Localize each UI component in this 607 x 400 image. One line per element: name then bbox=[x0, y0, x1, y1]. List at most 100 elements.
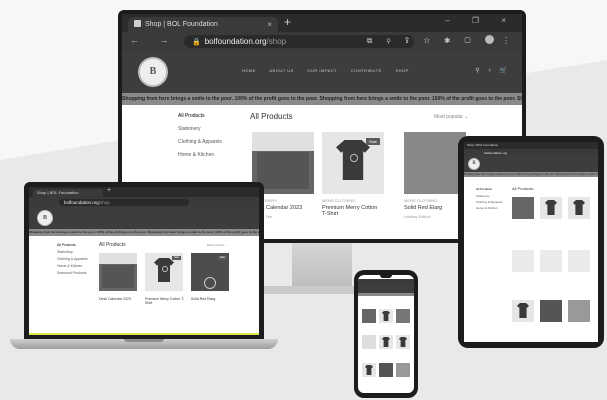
tablet-product-card[interactable] bbox=[568, 250, 590, 272]
tablet-category[interactable]: Stationery bbox=[476, 194, 490, 198]
tablet-product-card[interactable] bbox=[512, 197, 534, 219]
menu-our-impact[interactable]: OUR IMPACT bbox=[307, 68, 337, 73]
close-tab-icon[interactable]: × bbox=[267, 17, 272, 32]
category-all-products[interactable]: All Products bbox=[178, 113, 205, 119]
tablet-category[interactable]: All Products bbox=[476, 187, 492, 191]
laptop-promo-marquee: Shopping from here brings a smile to the… bbox=[29, 229, 259, 236]
category-stationery[interactable]: Stationery bbox=[178, 126, 201, 132]
phone-product-card[interactable] bbox=[379, 309, 393, 323]
phone-product-card[interactable] bbox=[379, 335, 393, 349]
url-domain: bolfoundation.org bbox=[204, 37, 267, 46]
product-category-label: MENS CLOTHING bbox=[322, 198, 356, 203]
laptop-product-name[interactable]: Premium Merry Cotton T-Shirt bbox=[145, 297, 187, 305]
product-card-tshirt[interactable]: Sale bbox=[322, 132, 384, 194]
tablet-url[interactable]: bolfoundation.org bbox=[484, 151, 507, 155]
site-header: B HOME ABOUT US OUR IMPACT CONTRIBUTE SH… bbox=[122, 51, 522, 93]
laptop-device: Shop | BOL Foundation + bolfoundation.or… bbox=[24, 182, 264, 339]
laptop-sale-badge: Sale bbox=[172, 256, 181, 260]
address-bar-row: ← → C 🔒 bolfoundation.org/shop ⧉ ⚲ ⇪ ☆ ✱ … bbox=[122, 32, 522, 51]
laptop-browser-tab[interactable]: Shop | BOL Foundation bbox=[33, 189, 103, 197]
phone-screen bbox=[358, 275, 414, 393]
product-name[interactable]: Solid Red Elarg bbox=[404, 205, 442, 211]
tablet-product-card[interactable] bbox=[568, 300, 590, 322]
phone-product-card[interactable] bbox=[362, 335, 376, 349]
laptop-product-name[interactable]: Desk Calendar 2023 bbox=[99, 297, 139, 301]
toolbar-icons-text: ⧉ ⚲ ⇪ ☆ ✱ ▢ bbox=[366, 36, 477, 45]
product-subtitle: Holiday Edition bbox=[404, 214, 431, 219]
laptop-new-tab-icon[interactable]: + bbox=[107, 187, 111, 194]
menu-about-us[interactable]: ABOUT US bbox=[269, 68, 293, 73]
menu-shop[interactable]: SHOP bbox=[395, 68, 408, 73]
laptop-address-bar: bolfoundation.org/shop bbox=[29, 197, 259, 207]
phone-product-card[interactable] bbox=[396, 335, 410, 349]
laptop-sort-dropdown[interactable]: Most popular ⌄ bbox=[207, 243, 228, 247]
phone-notch bbox=[380, 275, 392, 278]
laptop-site-header: B bbox=[29, 207, 259, 229]
laptop-product-card-red-elarg[interactable]: Sale bbox=[191, 253, 229, 291]
phone-product-card[interactable] bbox=[396, 363, 410, 377]
tablet-product-card[interactable] bbox=[512, 300, 534, 322]
laptop-all-products-heading: All Products bbox=[99, 242, 126, 248]
phone-product-card[interactable] bbox=[379, 363, 393, 377]
promo-marquee: Shopping from here brings a smile to the… bbox=[122, 93, 522, 105]
browser-toolbar-icons[interactable]: ⧉ ⚲ ⇪ ☆ ✱ ▢ ⋮ bbox=[367, 35, 516, 46]
laptop-sale-badge: Sale bbox=[218, 256, 227, 260]
site-main-menu: HOME ABOUT US OUR IMPACT CONTRIBUTE SHOP bbox=[242, 68, 421, 73]
tablet-category[interactable]: Home & Kitchen bbox=[476, 206, 498, 210]
phone-site-header bbox=[358, 285, 414, 293]
phone-product-card[interactable] bbox=[362, 309, 376, 323]
new-tab-icon[interactable]: + bbox=[284, 15, 291, 29]
sort-dropdown[interactable]: Most popular ⌄ bbox=[434, 114, 468, 120]
menu-contribute[interactable]: CONTRIBUTE bbox=[351, 68, 382, 73]
tab-title: Shop | BOL Foundation bbox=[145, 21, 218, 28]
tablet-site-logo[interactable]: B bbox=[468, 158, 480, 170]
tablet-product-card[interactable] bbox=[568, 197, 590, 219]
tshirt-image bbox=[336, 140, 370, 180]
category-home-kitchen[interactable]: Home & Kitchen bbox=[178, 152, 214, 158]
laptop-product-name[interactable]: Solid Red Elarg bbox=[191, 297, 215, 301]
laptop-accent-line bbox=[29, 333, 259, 335]
product-name[interactable]: Premium Merry Cotton T-Shirt bbox=[322, 205, 382, 217]
window-controls[interactable]: – ❐ × bbox=[445, 16, 516, 25]
browser-tab[interactable]: Shop | BOL Foundation × bbox=[128, 17, 278, 32]
category-clothing[interactable]: Clothing & Apparels bbox=[178, 139, 222, 145]
tablet-device: Shop | BOL Foundation bolfoundation.org … bbox=[458, 136, 604, 348]
phone-promo-marquee bbox=[358, 293, 414, 296]
laptop-category[interactable]: All Products bbox=[57, 243, 76, 247]
tablet-tab-title[interactable]: Shop | BOL Foundation bbox=[467, 143, 498, 147]
tablet-tab-bar: Shop | BOL Foundation bbox=[464, 142, 598, 149]
laptop-screen: Shop | BOL Foundation + bolfoundation.or… bbox=[29, 187, 259, 335]
laptop-site-logo[interactable]: B bbox=[37, 210, 53, 226]
product-category-label: MENS CLOTHING bbox=[404, 198, 438, 203]
tablet-screen: Shop | BOL Foundation bolfoundation.org … bbox=[464, 142, 598, 342]
phone-device bbox=[354, 270, 418, 398]
laptop-url-domain: bolfoundation.org bbox=[64, 200, 99, 205]
phone-product-card[interactable] bbox=[396, 309, 410, 323]
tablet-product-card[interactable] bbox=[512, 250, 534, 272]
laptop-product-card-tshirt[interactable]: Sale bbox=[145, 253, 183, 291]
tablet-site-header: B bbox=[464, 156, 598, 172]
laptop-product-card-calendar[interactable] bbox=[99, 253, 137, 291]
laptop-tab-bar: Shop | BOL Foundation + bbox=[29, 187, 259, 197]
laptop-category[interactable]: Home & Kitchen bbox=[57, 264, 82, 268]
kebab-menu-icon[interactable]: ⋮ bbox=[502, 36, 516, 45]
header-icons[interactable]: ⚲ ♀ 🛒 bbox=[475, 67, 510, 74]
tablet-product-card[interactable] bbox=[540, 197, 562, 219]
laptop-url-input[interactable]: bolfoundation.org/shop bbox=[59, 199, 189, 206]
product-card-red-elarg[interactable] bbox=[404, 132, 466, 194]
site-logo[interactable]: B bbox=[138, 57, 168, 87]
all-products-heading: All Products bbox=[250, 112, 293, 121]
laptop-category[interactable]: Stationery bbox=[57, 250, 73, 254]
laptop-notch bbox=[124, 339, 164, 342]
url-path: /shop bbox=[266, 37, 287, 46]
tablet-category[interactable]: Clothing & Apparels bbox=[476, 200, 502, 204]
tablet-all-products-heading: All Products bbox=[512, 186, 534, 191]
tablet-product-card[interactable] bbox=[540, 300, 562, 322]
laptop-category[interactable]: Clothing & Apparels bbox=[57, 257, 88, 261]
profile-avatar-icon[interactable] bbox=[484, 35, 494, 44]
laptop-category[interactable]: Seasonal Products bbox=[57, 271, 86, 275]
menu-home[interactable]: HOME bbox=[242, 68, 256, 73]
tablet-address-bar: bolfoundation.org bbox=[464, 149, 598, 156]
tablet-product-card[interactable] bbox=[540, 250, 562, 272]
phone-product-card[interactable] bbox=[362, 363, 376, 377]
